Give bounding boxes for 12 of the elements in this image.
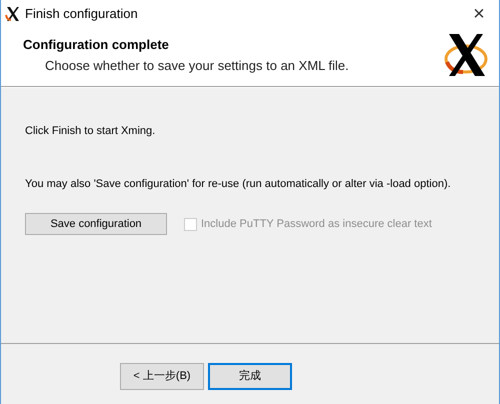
save-configuration-button[interactable]: Save configuration — [25, 213, 167, 235]
logo-icon — [443, 32, 489, 78]
checkbox-label: Include PuTTY Password as insecure clear text — [201, 216, 432, 232]
wizard-button[interactable]: < 上一步(B) — [120, 363, 204, 390]
window-title: Finish configuration — [25, 5, 138, 24]
header-subtitle: Choose whether to save your settings to an XML file. — [44, 56, 350, 75]
note-text: You may also 'Save configuration' for re-use (run automatically or alter via -load option). — [25, 176, 452, 192]
instruction-text: Click Finish to start Xming. — [25, 124, 156, 139]
app-logo-icon — [5, 6, 21, 22]
header-title: Configuration complete — [23, 36, 170, 54]
close-button[interactable]: × — [459, 4, 499, 24]
wizard-button[interactable]: 完成 — [208, 363, 292, 390]
